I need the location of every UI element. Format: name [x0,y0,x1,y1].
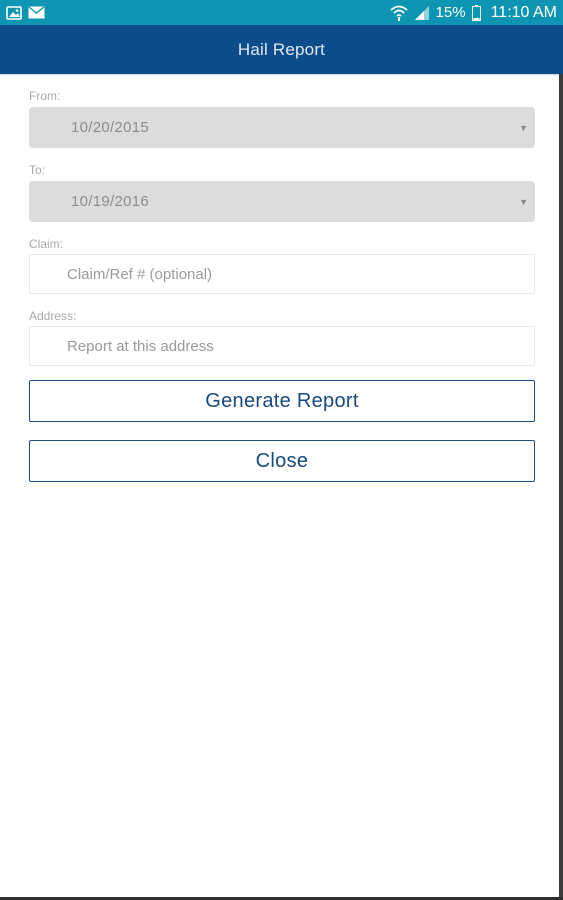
image-icon [6,5,22,20]
signal-icon [414,5,430,20]
claim-label: Claim: [29,237,64,251]
address-input[interactable] [29,326,535,366]
address-label: Address: [29,309,77,323]
to-date-select[interactable]: 10/19/2016 ▼ [29,181,535,222]
window-edge-right [559,74,563,900]
battery-icon [471,4,481,21]
wifi-icon [389,5,408,21]
to-date-value: 10/19/2016 [71,193,150,210]
claim-input[interactable] [29,254,535,294]
page-title: Hail Report [237,39,326,59]
mail-icon [28,6,45,19]
status-bar-right: 15% 11:10 AM [389,3,557,22]
from-date-select[interactable]: 10/20/2015 ▼ [29,107,535,148]
dropdown-arrow-icon: ▼ [519,122,528,133]
status-time: 11:10 AM [490,3,557,21]
app-header: Hail Report [0,25,563,74]
from-date-value: 10/20/2015 [71,119,150,136]
from-label: From: [29,89,61,103]
generate-report-button[interactable]: Generate Report [29,380,535,422]
status-bar: 15% 11:10 AM [0,0,563,25]
dropdown-arrow-icon: ▼ [519,196,528,207]
battery-percent: 15% [435,4,466,21]
status-bar-left [6,5,45,20]
close-button[interactable]: Close [29,440,535,482]
to-label: To: [29,163,46,177]
